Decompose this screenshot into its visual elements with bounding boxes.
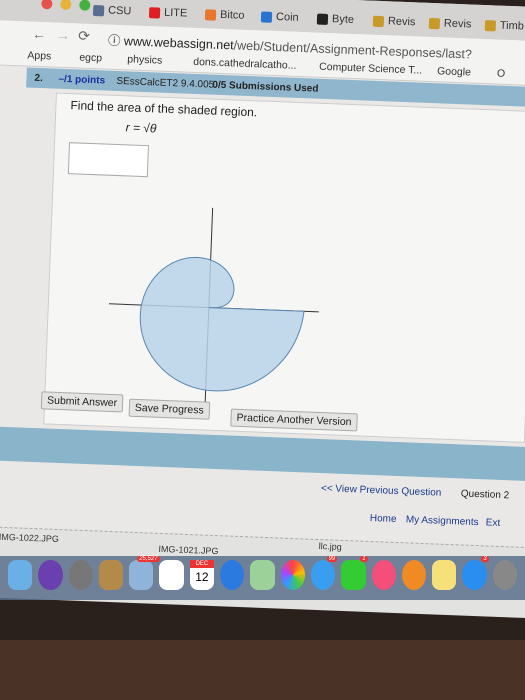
tab-favicon-icon — [428, 17, 441, 29]
extra-link[interactable]: Ext — [486, 517, 501, 529]
tab-label: Coin — [275, 11, 299, 24]
reload-icon[interactable]: ⟳ — [78, 27, 90, 44]
tab-favicon-icon — [92, 4, 105, 16]
question-code: SEssCalcET2 9.4.005. — [116, 75, 218, 91]
bookmark-apps[interactable]: Apps — [27, 49, 51, 62]
answer-input[interactable] — [67, 142, 150, 178]
itunes-icon[interactable] — [371, 560, 396, 590]
tab[interactable]: Revis — [372, 15, 416, 29]
tab-favicon-icon — [148, 6, 161, 19]
bookmark-other[interactable]: O — [497, 68, 506, 80]
bookmark-physics[interactable]: physics — [127, 53, 162, 66]
siri-icon[interactable] — [38, 560, 63, 590]
bookmark-dons[interactable]: dons.cathedralcatho... — [193, 56, 297, 72]
practice-another-version-button[interactable]: Practice Another Version — [230, 408, 358, 432]
minimize-window-button[interactable] — [60, 0, 72, 11]
tab-favicon-icon — [484, 19, 497, 31]
photos-icon[interactable] — [280, 560, 305, 590]
ibooks-icon[interactable] — [401, 560, 427, 590]
bookmark-google[interactable]: Google — [437, 65, 471, 78]
browser-window: CSU LITE Bitco Coin Byte Revis Revis Timb ← → ⟳… — [0, 0, 525, 619]
tab-label: CSU — [107, 4, 132, 18]
tab[interactable]: LITE — [148, 6, 188, 20]
tab-favicon-icon — [316, 13, 329, 25]
tab[interactable]: Timb — [484, 19, 525, 33]
app-store-icon[interactable]: 3 — [462, 556, 489, 590]
polar-region-figure — [108, 207, 319, 413]
question-label: Question 2 — [460, 488, 510, 502]
reminders-icon[interactable] — [159, 560, 184, 590]
tab-label: Byte — [331, 13, 355, 26]
tab[interactable]: CSU — [92, 4, 132, 18]
maps-icon[interactable] — [250, 560, 275, 590]
tab-label: LITE — [163, 6, 188, 20]
forward-icon[interactable]: → — [56, 27, 71, 44]
submissions-used: 0/5 Submissions Used — [212, 79, 319, 95]
question-body: Find the area of the shaded region. r = … — [40, 92, 525, 443]
notes-icon[interactable] — [432, 560, 457, 590]
equation: r = √θ — [125, 120, 157, 136]
tab-label: Revis — [387, 15, 416, 29]
tab[interactable]: Coin — [260, 10, 299, 24]
tab[interactable]: Revis — [428, 17, 472, 31]
view-previous-question-link[interactable]: << View Previous Question — [321, 483, 442, 499]
back-icon[interactable]: ← — [32, 26, 47, 43]
contacts-icon[interactable] — [98, 560, 124, 590]
desk-surface — [0, 640, 525, 700]
submit-answer-button[interactable]: Submit Answer — [40, 391, 124, 413]
close-window-button[interactable] — [41, 0, 53, 10]
system-preferences-icon[interactable] — [492, 560, 518, 590]
safari-icon[interactable] — [220, 560, 245, 590]
shaded-region — [139, 256, 305, 392]
dock: 25,527 DEC 12 99 1 3 — [0, 556, 525, 600]
download-item[interactable]: IMG-1021.JPG — [158, 544, 218, 556]
finder-icon[interactable] — [8, 560, 33, 590]
tab[interactable]: Byte — [316, 13, 355, 26]
tab-label: Bitco — [219, 8, 245, 22]
home-link[interactable]: Home — [370, 513, 397, 525]
points: –/1 points — [58, 73, 106, 87]
calendar-icon[interactable]: DEC 12 — [189, 560, 215, 590]
tab[interactable]: Bitco — [204, 8, 245, 22]
save-progress-button[interactable]: Save Progress — [128, 398, 211, 420]
tab-favicon-icon — [372, 15, 385, 27]
maximize-window-button[interactable] — [79, 0, 91, 11]
facetime-icon[interactable]: 1 — [341, 556, 368, 590]
download-item[interactable]: llc.jpg — [319, 541, 342, 552]
question-prompt: Find the area of the shaded region. — [70, 98, 258, 120]
tab-favicon-icon — [204, 8, 217, 21]
bookmark-computer-science[interactable]: Computer Science T... — [319, 61, 422, 77]
messages-icon[interactable]: 99 — [310, 556, 338, 590]
tab-label: Revis — [443, 17, 472, 31]
tab-favicon-icon — [260, 10, 273, 23]
launchpad-icon[interactable] — [68, 560, 93, 590]
mail-icon[interactable]: 25,527 — [129, 556, 160, 590]
bookmark-egcp[interactable]: egcp — [79, 51, 102, 64]
download-item[interactable]: IMG-1022.JPG — [0, 532, 59, 544]
my-assignments-link[interactable]: My Assignments — [406, 514, 479, 528]
tab-label: Timb — [499, 19, 525, 33]
